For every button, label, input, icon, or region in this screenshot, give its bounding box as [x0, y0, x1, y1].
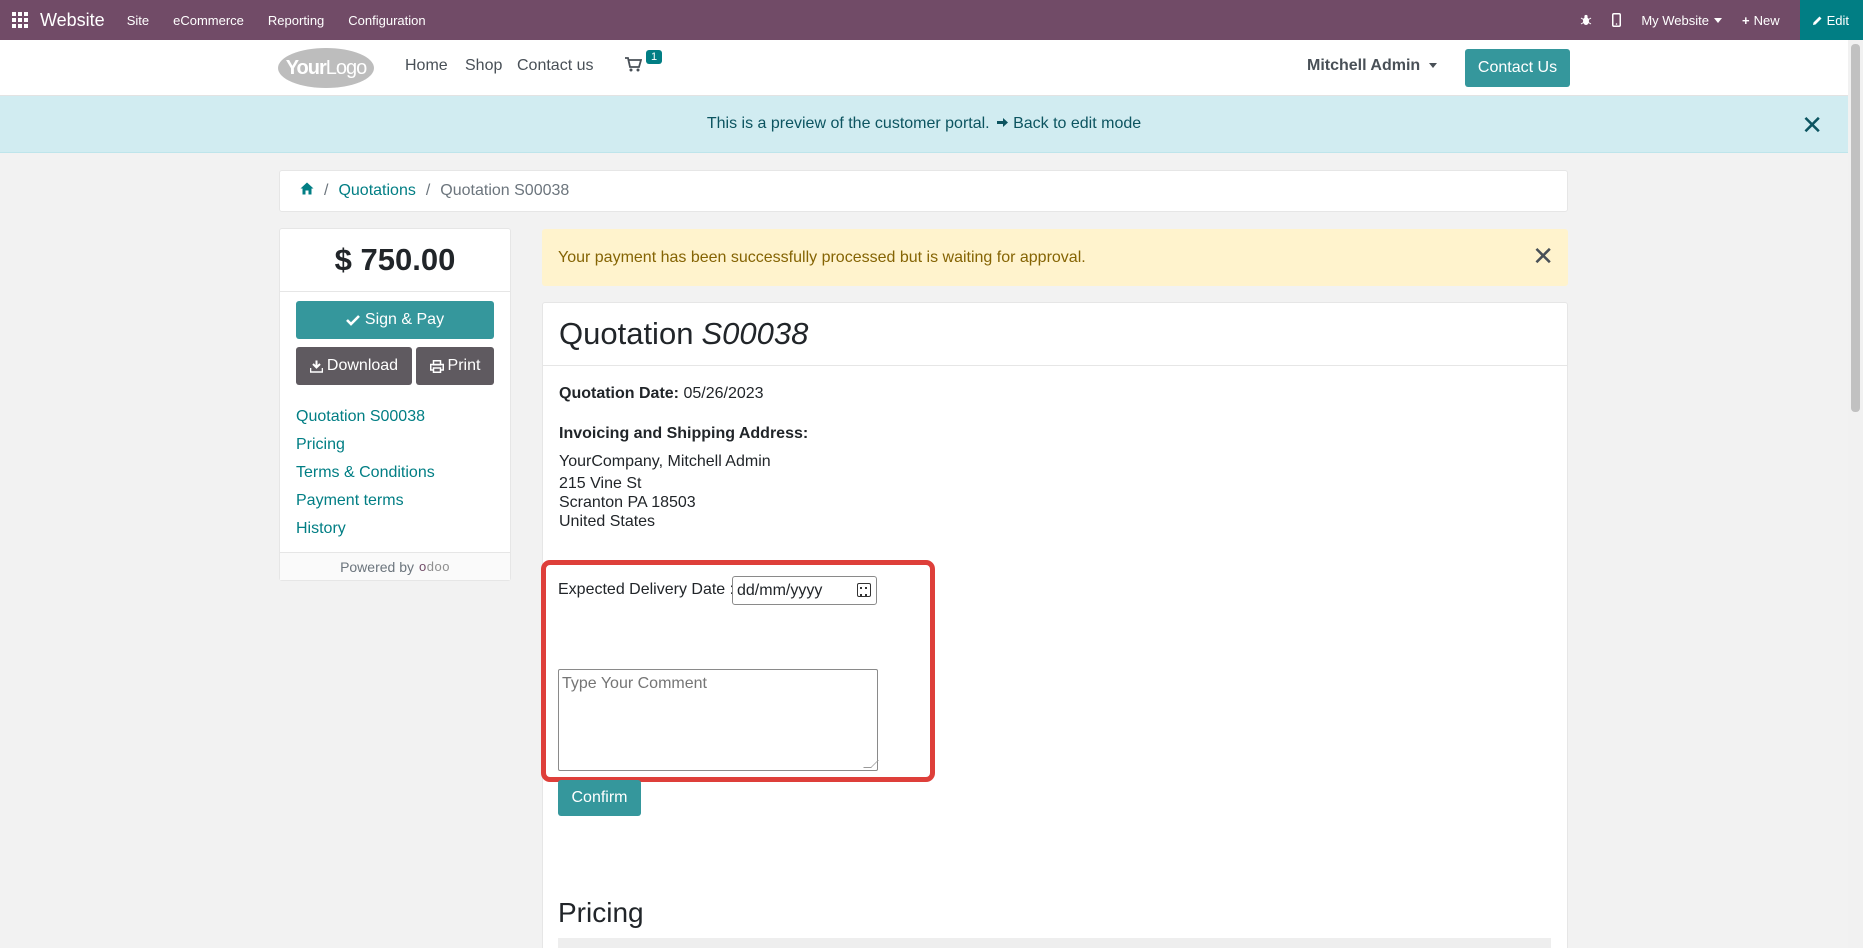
sidebar-link-terms[interactable]: Terms & Conditions: [296, 463, 435, 491]
powered-by-footer: Powered by odoo: [280, 552, 510, 580]
breadcrumb-quotations[interactable]: Quotations: [338, 182, 415, 200]
home-icon[interactable]: [300, 182, 314, 200]
menu-site[interactable]: Site: [127, 13, 149, 28]
print-label: Print: [447, 357, 481, 374]
nav-shop[interactable]: Shop: [465, 57, 502, 75]
nav-home[interactable]: Home: [405, 57, 448, 75]
quotation-sidebar: $ 750.00 Sign & Pay Download Print Quota…: [279, 228, 511, 581]
edit-label: Edit: [1826, 12, 1849, 28]
chevron-down-icon: [1429, 63, 1438, 69]
cart-button[interactable]: 1: [625, 50, 663, 77]
site-logo[interactable]: Your Logo: [278, 48, 374, 88]
alert-text: Your payment has been successfully proce…: [558, 248, 1086, 266]
print-button[interactable]: Print: [416, 347, 494, 385]
odoo-logo-rest: doo: [426, 559, 450, 574]
breadcrumb: / Quotations / Quotation S00038: [279, 170, 1568, 212]
arrow-right-icon: [996, 118, 1008, 127]
mobile-preview-icon[interactable]: [1612, 13, 1622, 27]
pricing-heading: Pricing: [558, 897, 644, 928]
close-icon[interactable]: ✕: [1532, 243, 1554, 269]
sidebar-link-quotation[interactable]: Quotation S00038: [296, 407, 435, 435]
website-selector-dropdown[interactable]: My Website: [1641, 13, 1722, 28]
calendar-icon[interactable]: [857, 583, 871, 597]
address-line: United States: [559, 513, 656, 530]
breadcrumb-separator: /: [324, 182, 329, 199]
user-menu-dropdown[interactable]: Mitchell Admin: [1307, 57, 1438, 75]
menu-configuration[interactable]: Configuration: [348, 13, 425, 28]
chevron-down-icon: [1713, 17, 1722, 23]
back-to-edit-link[interactable]: Back to edit mode: [996, 115, 1142, 133]
print-icon: [429, 359, 444, 373]
expected-delivery-date-input[interactable]: dd/mm/yyyy: [732, 576, 877, 605]
portal-preview-banner: This is a preview of the customer portal…: [0, 96, 1848, 153]
download-label: Download: [326, 357, 399, 374]
shopping-cart-icon: [625, 57, 643, 72]
contact-us-button[interactable]: Contact Us: [1465, 49, 1570, 87]
close-icon[interactable]: ✕: [1801, 112, 1823, 138]
quotation-date-value: 05/26/2023: [683, 385, 764, 402]
user-name: Mitchell Admin: [1307, 57, 1421, 74]
logo-text-light: Logo: [325, 56, 367, 79]
plus-icon: +: [1741, 12, 1750, 28]
expected-delivery-label: Expected Delivery Date :: [558, 581, 735, 598]
breadcrumb-separator: /: [425, 182, 431, 199]
address-line: 215 Vine St: [559, 475, 642, 492]
cart-count-badge: 1: [646, 50, 663, 64]
nav-contact-us[interactable]: Contact us: [517, 57, 593, 75]
breadcrumb-current: Quotation S00038: [440, 182, 570, 199]
apps-grid-icon: [12, 12, 28, 28]
quotation-date-label: Quotation Date:: [559, 385, 679, 402]
app-name[interactable]: Website: [40, 10, 105, 31]
date-placeholder: dd/mm/yyyy: [737, 581, 823, 599]
quotation-reference: S00038: [701, 316, 809, 351]
apps-menu-button[interactable]: [2, 0, 38, 40]
odoo-logo[interactable]: odoo: [419, 559, 450, 574]
quotation-date: Quotation Date: 05/26/2023: [559, 385, 764, 403]
quotation-title-prefix: Quotation: [559, 316, 694, 351]
address-label: Invoicing and Shipping Address:: [559, 425, 809, 442]
edit-button[interactable]: Edit: [1799, 0, 1863, 40]
payment-status-alert: Your payment has been successfully proce…: [542, 229, 1568, 286]
comment-textarea[interactable]: Type Your Comment: [558, 669, 879, 771]
download-button[interactable]: Download: [296, 347, 412, 385]
confirm-button[interactable]: Confirm: [558, 780, 641, 816]
resize-grip-icon[interactable]: [863, 760, 879, 768]
new-label: New: [1753, 12, 1780, 28]
website-header: Your Logo Home Shop Contact us 1 Mitchell…: [0, 40, 1848, 96]
sign-and-pay-label: Sign & Pay: [364, 311, 445, 328]
total-amount: $ 750.00: [280, 229, 510, 292]
menu-ecommerce[interactable]: eCommerce: [173, 13, 244, 28]
comment-placeholder: Type Your Comment: [562, 675, 707, 692]
sign-and-pay-button[interactable]: Sign & Pay: [296, 301, 494, 339]
logo-text-bold: Your: [285, 56, 327, 79]
debug-bug-icon[interactable]: [1580, 14, 1592, 26]
back-to-edit-label: Back to edit mode: [1013, 115, 1142, 132]
download-icon: [309, 360, 323, 373]
scrollbar-thumb[interactable]: [1851, 44, 1860, 412]
address-line: Scranton PA 18503: [559, 494, 696, 511]
menu-reporting[interactable]: Reporting: [268, 13, 324, 28]
check-icon: [346, 315, 360, 326]
quotation-title: Quotation S00038: [543, 303, 1567, 366]
address-line: YourCompany, Mitchell Admin: [559, 453, 771, 470]
admin-topbar: Website Site eCommerce Reporting Configu…: [0, 0, 1863, 40]
powered-by-label: Powered by: [340, 558, 414, 575]
sidebar-nav: Quotation S00038 Pricing Terms & Conditi…: [296, 407, 435, 547]
sidebar-link-history[interactable]: History: [296, 519, 435, 547]
banner-text: This is a preview of the customer portal…: [706, 115, 990, 132]
new-button[interactable]: + New: [1742, 13, 1780, 28]
website-selector-label: My Website: [1641, 12, 1709, 28]
odoo-logo-o: o: [419, 559, 427, 574]
pencil-icon: [1812, 16, 1822, 25]
sidebar-link-pricing[interactable]: Pricing: [296, 435, 435, 463]
sidebar-link-payment-terms[interactable]: Payment terms: [296, 491, 435, 519]
pricing-table-header: [558, 938, 1551, 948]
